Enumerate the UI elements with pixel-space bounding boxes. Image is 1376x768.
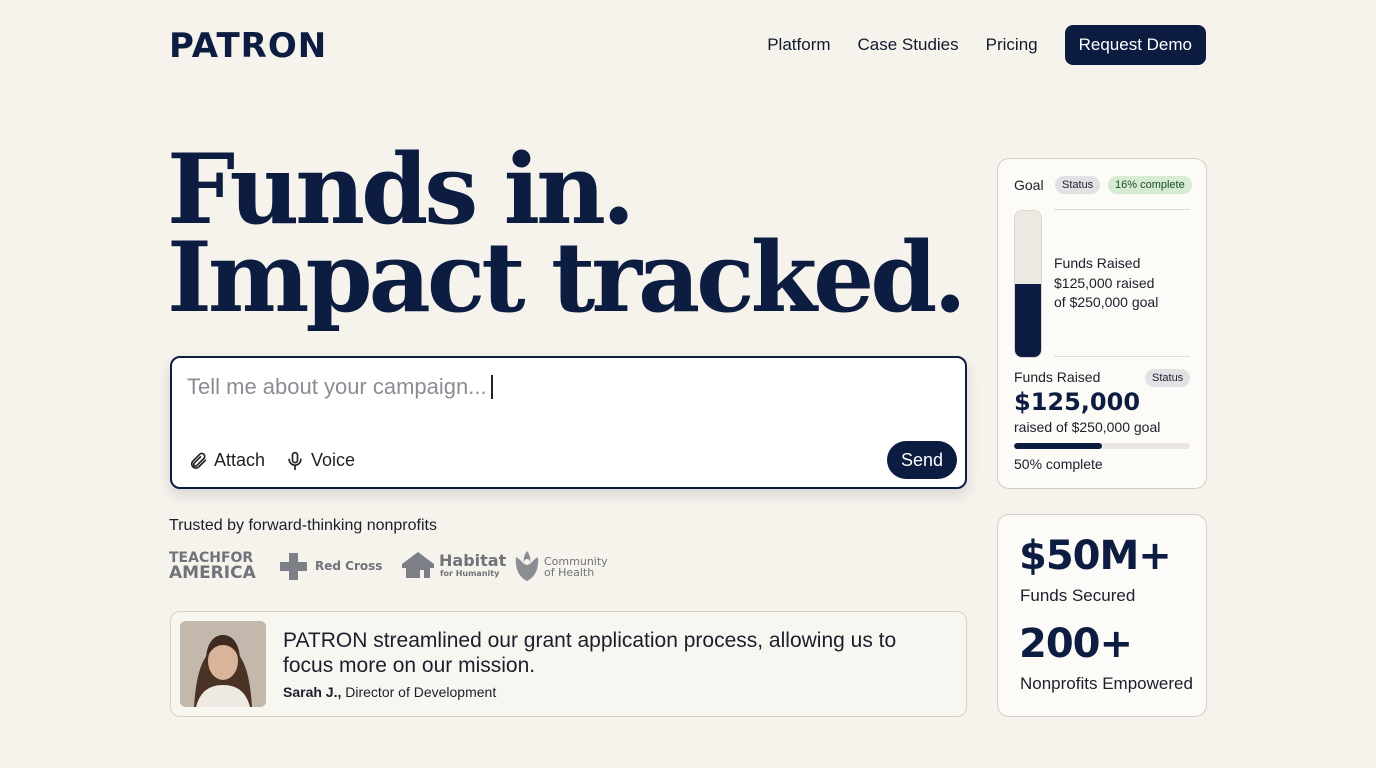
thermo-raised: $125,000 raised — [1054, 275, 1155, 291]
habitat-house-icon — [402, 552, 434, 578]
nav-platform[interactable]: Platform — [767, 35, 830, 55]
prompt-input[interactable]: Tell me about your campaign... — [187, 374, 493, 400]
author-name: Sarah J., — [283, 684, 342, 700]
voice-button[interactable]: Voice — [285, 450, 355, 471]
logo[interactable]: PATRON — [169, 26, 327, 66]
thermo-goal: of $250,000 goal — [1054, 294, 1159, 310]
testimonial-author: Sarah J., Director of Development — [283, 684, 496, 700]
status-badge: Status — [1055, 176, 1101, 194]
red-cross-logo: Red Cross — [315, 559, 383, 573]
goal-title: Goal — [1014, 177, 1044, 193]
stat-nonprofits-label: Nonprofits Empowered — [1020, 674, 1193, 693]
progress-text: 50% complete — [1014, 456, 1103, 472]
attach-label: Attach — [214, 450, 266, 470]
red-cross-icon — [280, 553, 307, 580]
thermometer-fill — [1015, 284, 1041, 357]
trusted-label: Trusted by forward-thinking nonprofits — [169, 517, 437, 534]
partner-logos: TEACHFOR AMERICA Red Cross Habitat for H… — [169, 548, 609, 584]
microphone-icon — [288, 451, 302, 470]
habitat-logo: Habitat for Humanity — [439, 551, 507, 579]
voice-label: Voice — [311, 450, 356, 470]
hero-line-2: Impact tracked. — [167, 221, 967, 334]
funds-status-badge: Status — [1145, 369, 1191, 387]
author-role: Director of Development — [345, 684, 497, 700]
funds-thermometer — [1014, 210, 1042, 358]
funds-raised-label: Funds Raised — [1014, 369, 1101, 385]
nav-pricing[interactable]: Pricing — [986, 35, 1038, 55]
progress-fill — [1014, 443, 1102, 449]
community-health-logo: Community of Health — [544, 555, 608, 579]
hero-headline: Funds in. Impact tracked. — [167, 142, 967, 334]
stat-funds-label: Funds Secured — [1020, 586, 1136, 605]
testimonial-card: PATRON streamlined our grant application… — [170, 611, 967, 717]
goal-card: Goal Status 16% complete Funds Raised $1… — [997, 158, 1207, 489]
teach-for-america-logo: TEACHFOR AMERICA — [169, 550, 256, 583]
campaign-prompt-box[interactable]: Tell me about your campaign... Attach Vo… — [170, 356, 967, 489]
thermo-label: Funds Raised — [1054, 255, 1141, 271]
funds-amount: $125,000 — [1014, 388, 1141, 416]
avatar — [180, 621, 266, 707]
stat-funds-value: $50M+ — [1019, 533, 1172, 579]
stats-card: $50M+ Funds Secured 200+ Nonprofits Empo… — [997, 514, 1207, 717]
text-caret — [490, 375, 493, 399]
request-demo-button[interactable]: Request Demo — [1064, 25, 1206, 65]
testimonial-quote: PATRON streamlined our grant application… — [283, 629, 897, 677]
divider — [1054, 356, 1190, 357]
send-button[interactable]: Send — [887, 441, 957, 479]
attach-button[interactable]: Attach — [188, 450, 265, 471]
nav-case-studies[interactable]: Case Studies — [858, 35, 959, 55]
divider — [1054, 209, 1190, 210]
complete-badge: 16% complete — [1108, 176, 1192, 194]
prompt-placeholder: Tell me about your campaign... — [187, 374, 487, 399]
funds-progress-bar — [1014, 443, 1190, 449]
stat-nonprofits-value: 200+ — [1019, 621, 1133, 667]
top-nav: Platform Case Studies Pricing Request De… — [767, 25, 1206, 65]
paperclip-icon — [190, 452, 207, 469]
community-health-icon — [515, 551, 539, 581]
funds-goal-text: raised of $250,000 goal — [1014, 419, 1161, 435]
